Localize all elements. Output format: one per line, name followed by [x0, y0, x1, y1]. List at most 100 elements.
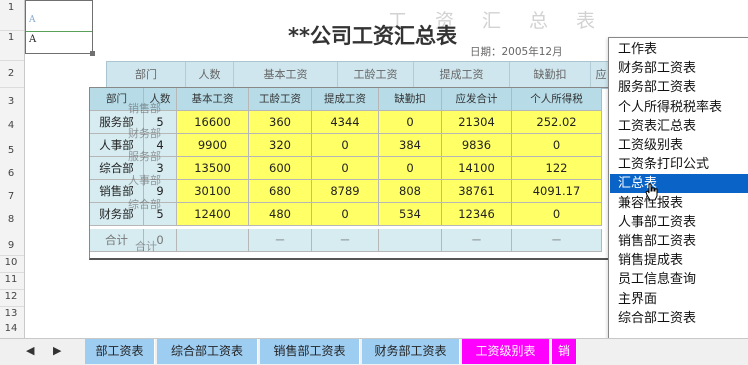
row-number[interactable]: 5	[0, 145, 22, 156]
total-cell[interactable]: －	[512, 229, 602, 252]
table-cell[interactable]: 9900	[177, 134, 249, 157]
table-cell[interactable]: 0	[312, 134, 379, 157]
table-cell[interactable]: 122	[512, 157, 602, 180]
total-cell[interactable]: －	[312, 229, 379, 252]
table-cell[interactable]: 0	[312, 203, 379, 226]
column-header[interactable]: 基本工资	[177, 88, 249, 111]
column-header[interactable]: 个人所得税	[512, 88, 602, 111]
sheet-tab[interactable]: 财务部工资表	[362, 339, 460, 364]
dropdown-item[interactable]: 主界面	[610, 290, 748, 309]
table-cell[interactable]: 38761	[442, 180, 512, 203]
table-cell[interactable]: 320	[249, 134, 312, 157]
row-number[interactable]: 1	[0, 32, 22, 43]
row-number[interactable]: 3	[0, 96, 22, 107]
table-cell[interactable]: 30100	[177, 180, 249, 203]
ghost-department-label: 财务部	[128, 127, 161, 140]
table-cell[interactable]: 12400	[177, 203, 249, 226]
dropdown-item[interactable]: 工资级别表	[610, 136, 748, 155]
hand-cursor-icon	[645, 183, 658, 201]
sheet-tab-bar: ◀ ▶ 部工资表 综合部工资表 销售部工资表 财务部工资表 工资级别表销	[0, 338, 748, 365]
row-number[interactable]: 1	[0, 2, 22, 13]
row-number[interactable]: 6	[0, 168, 22, 179]
total-cell[interactable]	[379, 229, 442, 252]
row-number[interactable]: 9	[0, 240, 22, 251]
ghost-department-label: 综合部	[128, 198, 161, 211]
table-cell[interactable]: 480	[249, 203, 312, 226]
row-number[interactable]: 11	[0, 274, 22, 285]
table-cell[interactable]: 808	[379, 180, 442, 203]
total-cell[interactable]	[177, 229, 249, 252]
dropdown-item[interactable]: 人事部工资表	[610, 213, 748, 232]
table-cell[interactable]: 0	[312, 157, 379, 180]
row-number[interactable]: 8	[0, 214, 22, 225]
ghost-department-label: 服务部	[128, 150, 161, 163]
upper-header-cell[interactable]: 人数	[186, 62, 234, 88]
table-cell[interactable]: 360	[249, 111, 312, 134]
table-cell[interactable]: 16600	[177, 111, 249, 134]
upper-header-cell[interactable]: 提成工资	[414, 62, 510, 88]
column-header[interactable]: 提成工资	[312, 88, 379, 111]
upper-header-row: 部门 人数 基本工资 工龄工资 提成工资 缺勤扣 应	[106, 61, 613, 89]
upper-header-cell[interactable]: 基本工资	[234, 62, 338, 88]
table-cell[interactable]: 0	[379, 157, 442, 180]
upper-header-cell[interactable]: 部门	[107, 62, 186, 88]
table-cell[interactable]: 9836	[442, 134, 512, 157]
total-cell[interactable]: －	[442, 229, 512, 252]
dropdown-item[interactable]: 个人所得税税率表	[610, 98, 748, 117]
row-number[interactable]: 14	[0, 323, 22, 334]
table-cell[interactable]: 600	[249, 157, 312, 180]
active-cell-box[interactable]: A A	[25, 0, 95, 56]
column-header[interactable]: 工龄工资	[249, 88, 312, 111]
row-number[interactable]: 12	[0, 291, 22, 302]
dropdown-item[interactable]: 销售部工资表	[610, 232, 748, 251]
table-cell[interactable]: 0	[512, 203, 602, 226]
dropdown-item[interactable]: 兼容性报表	[610, 194, 748, 213]
dropdown-item[interactable]: 销售提成表	[610, 251, 748, 270]
sheet-list-dropdown[interactable]: < 工作表财务部工资表服务部工资表个人所得税税率表工资表汇总表工资级别表工资条打…	[608, 37, 748, 351]
table-cell[interactable]: 8789	[312, 180, 379, 203]
table-cell[interactable]: 12346	[442, 203, 512, 226]
dropdown-item[interactable]: 综合部工资表	[610, 309, 748, 328]
table-cell[interactable]: 384	[379, 134, 442, 157]
row-number[interactable]: 13	[0, 308, 22, 319]
table-cell[interactable]: 13500	[177, 157, 249, 180]
dropdown-item[interactable]: 工资表汇总表	[610, 117, 748, 136]
table-cell[interactable]: 0	[379, 111, 442, 134]
row-number[interactable]: 4	[0, 120, 22, 131]
row-number[interactable]: 7	[0, 191, 22, 202]
table-cell[interactable]: 252.02	[512, 111, 602, 134]
ghost-department-label: 销售部	[128, 102, 161, 115]
salary-summary-table: 部门 人数 基本工资 工龄工资 提成工资 缺勤扣 应发合计 个人所得税 服务部 5 16600 360…	[89, 87, 612, 260]
table-cell[interactable]: 14100	[442, 157, 512, 180]
dropdown-item[interactable]: 财务部工资表	[610, 59, 748, 78]
cell-value-ghost: A	[29, 15, 36, 25]
sheet-tab[interactable]: 部工资表	[85, 339, 155, 364]
sheet-tab[interactable]: 工资级别表	[462, 339, 550, 364]
row-number[interactable]: 10	[0, 257, 22, 268]
dropdown-item[interactable]: 工资条打印公式	[610, 155, 748, 174]
upper-header-cell[interactable]: 缺勤扣	[510, 62, 591, 88]
upper-header-cell[interactable]: 工龄工资	[338, 62, 414, 88]
table-cell[interactable]: 21304	[442, 111, 512, 134]
tab-scroll-left-icon[interactable]: ◀	[26, 344, 34, 357]
column-header[interactable]: 缺勤扣	[379, 88, 442, 111]
total-cell[interactable]: －	[249, 229, 312, 252]
row-number[interactable]: 2	[0, 68, 22, 79]
dropdown-item[interactable]: 工作表	[610, 40, 748, 59]
table-cell[interactable]: 4091.17	[512, 180, 602, 203]
date-label: 日期：2005年12月	[470, 46, 563, 58]
dropdown-item[interactable]: 汇总表	[610, 174, 748, 194]
table-cell[interactable]: 534	[379, 203, 442, 226]
sheet-tab[interactable]: 综合部工资表	[157, 339, 258, 364]
table-cell[interactable]: 680	[249, 180, 312, 203]
dropdown-item[interactable]: 服务部工资表	[610, 78, 748, 97]
fill-handle[interactable]	[90, 51, 95, 56]
sheet-tab[interactable]: 销	[552, 339, 577, 364]
dropdown-item[interactable]: 员工信息查询	[610, 270, 748, 289]
table-cell[interactable]: 0	[512, 134, 602, 157]
tab-scroll-right-icon[interactable]: ▶	[53, 344, 61, 357]
table-cell[interactable]: 4344	[312, 111, 379, 134]
column-header[interactable]: 应发合计	[442, 88, 512, 111]
ghost-department-label: 合计	[135, 240, 157, 253]
sheet-tab[interactable]: 销售部工资表	[260, 339, 360, 364]
